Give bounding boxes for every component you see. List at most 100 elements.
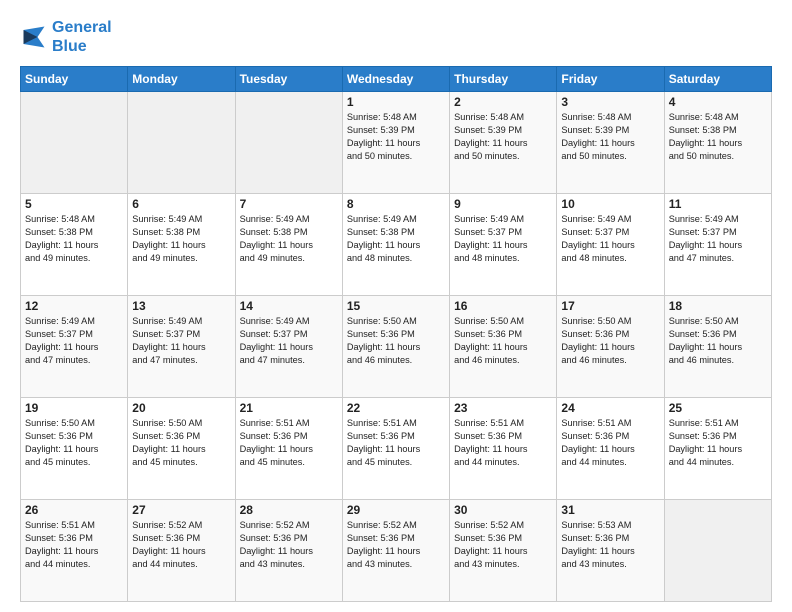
day-number: 13: [132, 299, 230, 313]
calendar-cell: 9Sunrise: 5:49 AM Sunset: 5:37 PM Daylig…: [450, 194, 557, 296]
weekday-header-cell: Friday: [557, 67, 664, 92]
calendar-cell: 5Sunrise: 5:48 AM Sunset: 5:38 PM Daylig…: [21, 194, 128, 296]
calendar-cell: [128, 92, 235, 194]
logo-text: General Blue: [52, 18, 112, 56]
day-info: Sunrise: 5:50 AM Sunset: 5:36 PM Dayligh…: [454, 315, 552, 367]
day-number: 16: [454, 299, 552, 313]
calendar-body: 1 Sunrise: 5:48 AM Sunset: 5:39 PM Daylig…: [21, 92, 772, 602]
header: General Blue: [20, 18, 772, 56]
calendar-cell: 28 Sunrise: 5:52 AM Sunset: 5:36 PM Dayli…: [235, 500, 342, 602]
weekday-header-row: SundayMondayTuesdayWednesdayThursdayFrid…: [21, 67, 772, 92]
calendar-cell: 21 Sunrise: 5:51 AM Sunset: 5:36 PM Dayli…: [235, 398, 342, 500]
calendar-cell: 20 Sunrise: 5:50 AM Sunset: 5:36 PM Dayli…: [128, 398, 235, 500]
day-info: Sunrise: 5:49 AM Sunset: 5:37 PM Dayligh…: [561, 213, 659, 265]
calendar-cell: 16 Sunrise: 5:50 AM Sunset: 5:36 PM Dayli…: [450, 296, 557, 398]
day-info: Sunrise: 5:49 AM Sunset: 5:38 PM Dayligh…: [347, 213, 445, 265]
calendar-cell: 17 Sunrise: 5:50 AM Sunset: 5:36 PM Dayli…: [557, 296, 664, 398]
day-info: Sunrise: 5:51 AM Sunset: 5:36 PM Dayligh…: [25, 519, 123, 571]
calendar-cell: 3Sunrise: 5:48 AM Sunset: 5:39 PM Daylig…: [557, 92, 664, 194]
day-info: Sunrise: 5:50 AM Sunset: 5:36 PM Dayligh…: [132, 417, 230, 469]
calendar-cell: 11 Sunrise: 5:49 AM Sunset: 5:37 PM Dayli…: [664, 194, 771, 296]
day-number: 21: [240, 401, 338, 415]
day-info: Sunrise: 5:49 AM Sunset: 5:37 PM Dayligh…: [240, 315, 338, 367]
calendar-cell: 30 Sunrise: 5:52 AM Sunset: 5:36 PM Dayli…: [450, 500, 557, 602]
day-number: 6: [132, 197, 230, 211]
day-number: 30: [454, 503, 552, 517]
day-number: 12: [25, 299, 123, 313]
weekday-header-cell: Tuesday: [235, 67, 342, 92]
day-number: 24: [561, 401, 659, 415]
day-info: Sunrise: 5:49 AM Sunset: 5:38 PM Dayligh…: [240, 213, 338, 265]
day-number: 17: [561, 299, 659, 313]
day-number: 10: [561, 197, 659, 211]
day-info: Sunrise: 5:50 AM Sunset: 5:36 PM Dayligh…: [347, 315, 445, 367]
calendar-cell: 4 Sunrise: 5:48 AM Sunset: 5:38 PM Daylig…: [664, 92, 771, 194]
day-number: 23: [454, 401, 552, 415]
day-number: 1: [347, 95, 445, 109]
calendar-cell: [21, 92, 128, 194]
calendar-week-row: 19 Sunrise: 5:50 AM Sunset: 5:36 PM Dayli…: [21, 398, 772, 500]
calendar-cell: 6Sunrise: 5:49 AM Sunset: 5:38 PM Daylig…: [128, 194, 235, 296]
calendar-cell: 8 Sunrise: 5:49 AM Sunset: 5:38 PM Daylig…: [342, 194, 449, 296]
day-number: 28: [240, 503, 338, 517]
calendar-week-row: 5Sunrise: 5:48 AM Sunset: 5:38 PM Daylig…: [21, 194, 772, 296]
calendar-cell: 2 Sunrise: 5:48 AM Sunset: 5:39 PM Daylig…: [450, 92, 557, 194]
calendar-cell: 7 Sunrise: 5:49 AM Sunset: 5:38 PM Daylig…: [235, 194, 342, 296]
calendar-week-row: 12 Sunrise: 5:49 AM Sunset: 5:37 PM Dayli…: [21, 296, 772, 398]
calendar-table: SundayMondayTuesdayWednesdayThursdayFrid…: [20, 66, 772, 602]
day-number: 26: [25, 503, 123, 517]
calendar-cell: 13 Sunrise: 5:49 AM Sunset: 5:37 PM Dayli…: [128, 296, 235, 398]
calendar-cell: [235, 92, 342, 194]
calendar-cell: 10 Sunrise: 5:49 AM Sunset: 5:37 PM Dayli…: [557, 194, 664, 296]
day-number: 29: [347, 503, 445, 517]
calendar-cell: 1Sunrise: 5:48 AM Sunset: 5:39 PM Daylig…: [342, 92, 449, 194]
day-number: 20: [132, 401, 230, 415]
calendar-cell: 23Sunrise: 5:51 AM Sunset: 5:36 PM Dayli…: [450, 398, 557, 500]
day-info: Sunrise: 5:53 AM Sunset: 5:36 PM Dayligh…: [561, 519, 659, 571]
day-info: Sunrise: 5:51 AM Sunset: 5:36 PM Dayligh…: [240, 417, 338, 469]
day-number: 19: [25, 401, 123, 415]
day-number: 27: [132, 503, 230, 517]
day-info: Sunrise: 5:51 AM Sunset: 5:36 PM Dayligh…: [347, 417, 445, 469]
calendar-cell: 24 Sunrise: 5:51 AM Sunset: 5:36 PM Dayli…: [557, 398, 664, 500]
calendar-cell: 27 Sunrise: 5:52 AM Sunset: 5:36 PM Dayli…: [128, 500, 235, 602]
day-number: 31: [561, 503, 659, 517]
day-number: 9: [454, 197, 552, 211]
day-info: Sunrise: 5:49 AM Sunset: 5:37 PM Dayligh…: [25, 315, 123, 367]
day-info: Sunrise: 5:52 AM Sunset: 5:36 PM Dayligh…: [347, 519, 445, 571]
day-number: 7: [240, 197, 338, 211]
weekday-header-cell: Sunday: [21, 67, 128, 92]
weekday-header-cell: Wednesday: [342, 67, 449, 92]
day-info: Sunrise: 5:51 AM Sunset: 5:36 PM Dayligh…: [669, 417, 767, 469]
day-number: 4: [669, 95, 767, 109]
calendar-week-row: 1 Sunrise: 5:48 AM Sunset: 5:39 PM Daylig…: [21, 92, 772, 194]
day-info: Sunrise: 5:50 AM Sunset: 5:36 PM Dayligh…: [669, 315, 767, 367]
day-info: Sunrise: 5:50 AM Sunset: 5:36 PM Dayligh…: [25, 417, 123, 469]
day-info: Sunrise: 5:52 AM Sunset: 5:36 PM Dayligh…: [240, 519, 338, 571]
day-info: Sunrise: 5:52 AM Sunset: 5:36 PM Dayligh…: [132, 519, 230, 571]
day-info: Sunrise: 5:51 AM Sunset: 5:36 PM Dayligh…: [561, 417, 659, 469]
weekday-header-cell: Thursday: [450, 67, 557, 92]
calendar-cell: 15 Sunrise: 5:50 AM Sunset: 5:36 PM Dayli…: [342, 296, 449, 398]
day-number: 8: [347, 197, 445, 211]
calendar-cell: 25 Sunrise: 5:51 AM Sunset: 5:36 PM Dayli…: [664, 398, 771, 500]
day-info: Sunrise: 5:48 AM Sunset: 5:38 PM Dayligh…: [669, 111, 767, 163]
day-info: Sunrise: 5:49 AM Sunset: 5:37 PM Dayligh…: [669, 213, 767, 265]
day-info: Sunrise: 5:52 AM Sunset: 5:36 PM Dayligh…: [454, 519, 552, 571]
day-number: 18: [669, 299, 767, 313]
logo-icon: [20, 23, 48, 51]
page: General Blue SundayMondayTuesdayWednesda…: [0, 0, 792, 612]
day-info: Sunrise: 5:49 AM Sunset: 5:37 PM Dayligh…: [132, 315, 230, 367]
day-info: Sunrise: 5:50 AM Sunset: 5:36 PM Dayligh…: [561, 315, 659, 367]
day-info: Sunrise: 5:48 AM Sunset: 5:38 PM Dayligh…: [25, 213, 123, 265]
calendar-cell: 22Sunrise: 5:51 AM Sunset: 5:36 PM Dayli…: [342, 398, 449, 500]
weekday-header-cell: Saturday: [664, 67, 771, 92]
calendar-cell: 18 Sunrise: 5:50 AM Sunset: 5:36 PM Dayli…: [664, 296, 771, 398]
day-info: Sunrise: 5:48 AM Sunset: 5:39 PM Dayligh…: [454, 111, 552, 163]
calendar-cell: 12 Sunrise: 5:49 AM Sunset: 5:37 PM Dayli…: [21, 296, 128, 398]
weekday-header-cell: Monday: [128, 67, 235, 92]
day-number: 2: [454, 95, 552, 109]
day-number: 25: [669, 401, 767, 415]
day-number: 11: [669, 197, 767, 211]
day-number: 15: [347, 299, 445, 313]
